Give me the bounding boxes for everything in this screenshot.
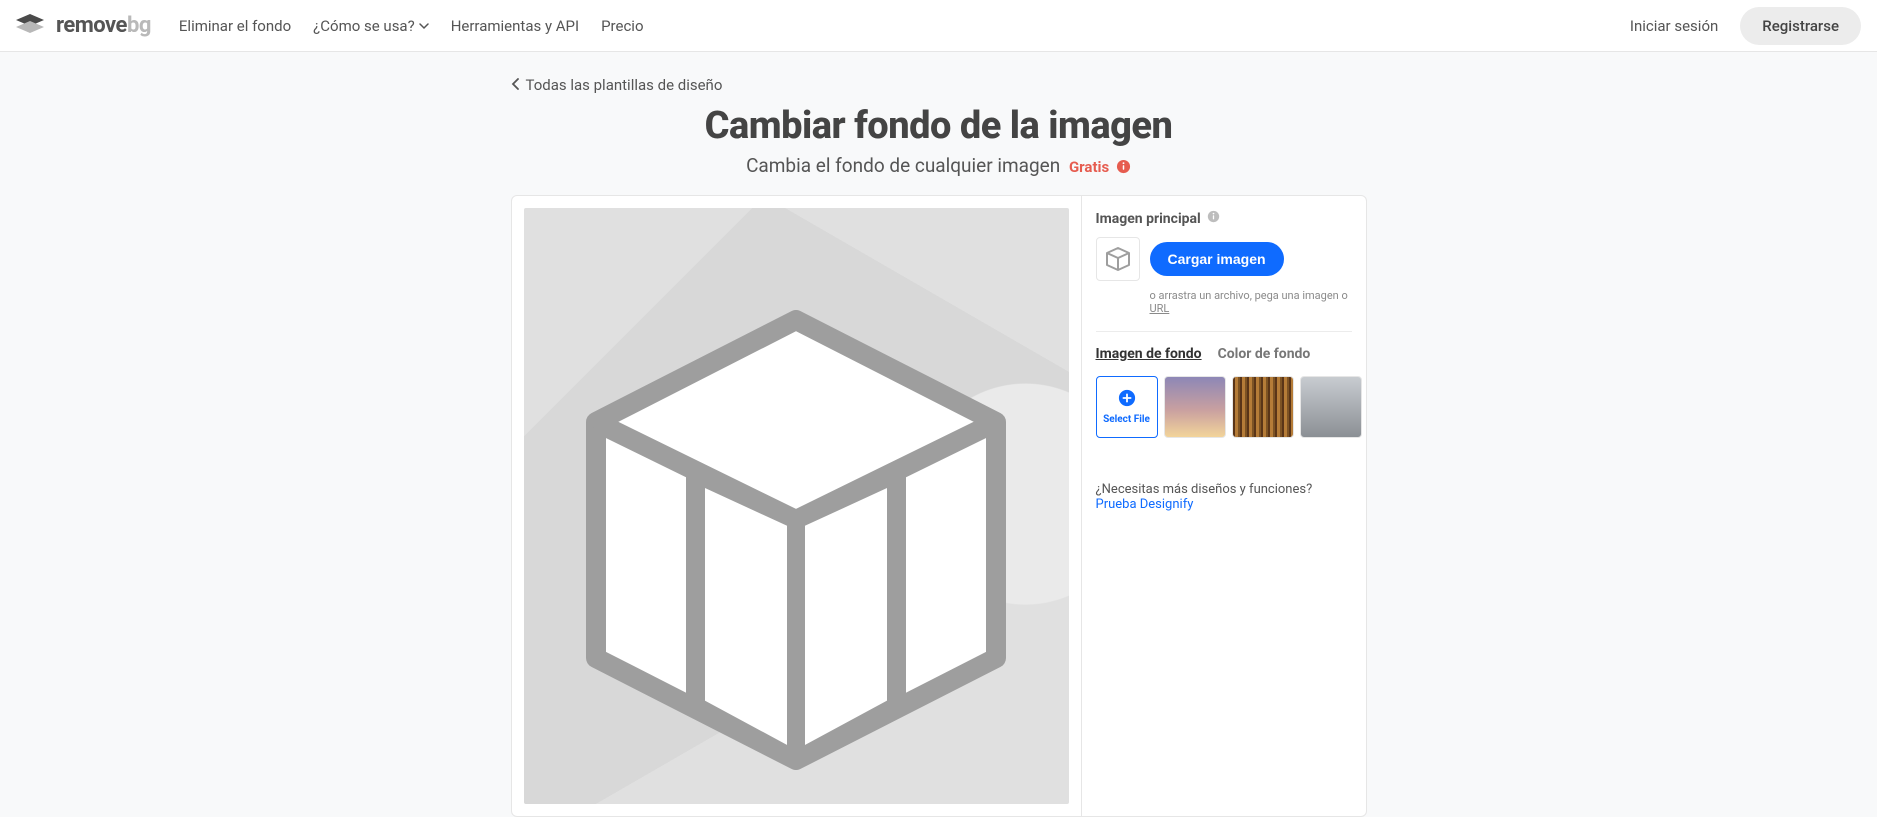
main-image-row: Cargar imagen <box>1096 237 1352 281</box>
free-badge: Gratis <box>1069 158 1109 176</box>
preview-canvas[interactable] <box>524 208 1069 804</box>
main-image-label: Imagen principal <box>1096 210 1352 227</box>
logo-stack-icon <box>14 12 46 40</box>
bg-image-row: Select File <box>1096 376 1352 438</box>
bg-preset-wood[interactable] <box>1232 376 1294 438</box>
login-link[interactable]: Iniciar sesión <box>1630 17 1718 35</box>
subtitle-text: Cambia el fondo de cualquier imagen <box>746 154 1060 177</box>
nav-right: Iniciar sesión Registrarse <box>1630 7 1869 45</box>
plus-circle-icon <box>1118 389 1136 410</box>
nav-how-to-use[interactable]: ¿Cómo se usa? <box>313 17 429 35</box>
bg-preset-city[interactable] <box>1300 376 1362 438</box>
nav-left: removebg Eliminar el fondo ¿Cómo se usa?… <box>8 12 644 40</box>
bg-select-file-tile[interactable]: Select File <box>1096 376 1158 438</box>
main-image-section: Imagen principal <box>1096 210 1352 315</box>
drag-drop-hint: o arrastra un archivo, pega una imagen o… <box>1150 289 1352 315</box>
chevron-left-icon <box>511 76 520 94</box>
designify-cta: ¿Necesitas más diseños y funciones? Prue… <box>1096 482 1352 512</box>
back-to-templates-link[interactable]: Todas las plantillas de diseño <box>511 76 1367 94</box>
info-icon[interactable] <box>1207 210 1220 227</box>
placeholder-cube-icon <box>576 310 1016 774</box>
page-title: Cambiar fondo de la imagen <box>511 104 1367 148</box>
background-tabs: Imagen de fondo Color de fondo <box>1096 346 1352 364</box>
side-panel: Imagen principal <box>1082 196 1366 816</box>
info-icon[interactable] <box>1116 159 1131 174</box>
signup-button[interactable]: Registrarse <box>1740 7 1861 45</box>
top-navbar: removebg Eliminar el fondo ¿Cómo se usa?… <box>0 0 1877 52</box>
main-image-thumbnail[interactable] <box>1096 237 1140 281</box>
editor-card: Imagen principal <box>511 195 1367 817</box>
back-link-label: Todas las plantillas de diseño <box>526 76 723 94</box>
nav-remove-bg[interactable]: Eliminar el fondo <box>179 17 291 35</box>
content: Todas las plantillas de diseño Cambiar f… <box>336 76 1542 817</box>
tab-bg-image[interactable]: Imagen de fondo <box>1096 346 1202 364</box>
bg-preset-gradient[interactable] <box>1164 376 1226 438</box>
preview-pane <box>512 196 1082 816</box>
paste-url-link[interactable]: URL <box>1150 302 1170 315</box>
brand-logo[interactable]: removebg <box>8 12 157 40</box>
nav-pricing[interactable]: Precio <box>601 17 643 35</box>
try-designify-link[interactable]: Prueba Designify <box>1096 497 1194 512</box>
upload-image-button[interactable]: Cargar imagen <box>1150 242 1284 276</box>
nav-tools-api[interactable]: Herramientas y API <box>451 17 579 35</box>
page-body: Todas las plantillas de diseño Cambiar f… <box>0 52 1877 817</box>
chevron-down-icon <box>419 17 429 35</box>
tab-bg-color[interactable]: Color de fondo <box>1218 346 1311 364</box>
background-section: Imagen de fondo Color de fondo Select Fi… <box>1096 331 1352 512</box>
select-file-label: Select File <box>1103 414 1150 425</box>
logo-text: removebg <box>56 13 151 38</box>
page-subtitle: Cambia el fondo de cualquier imagen Grat… <box>511 154 1367 177</box>
